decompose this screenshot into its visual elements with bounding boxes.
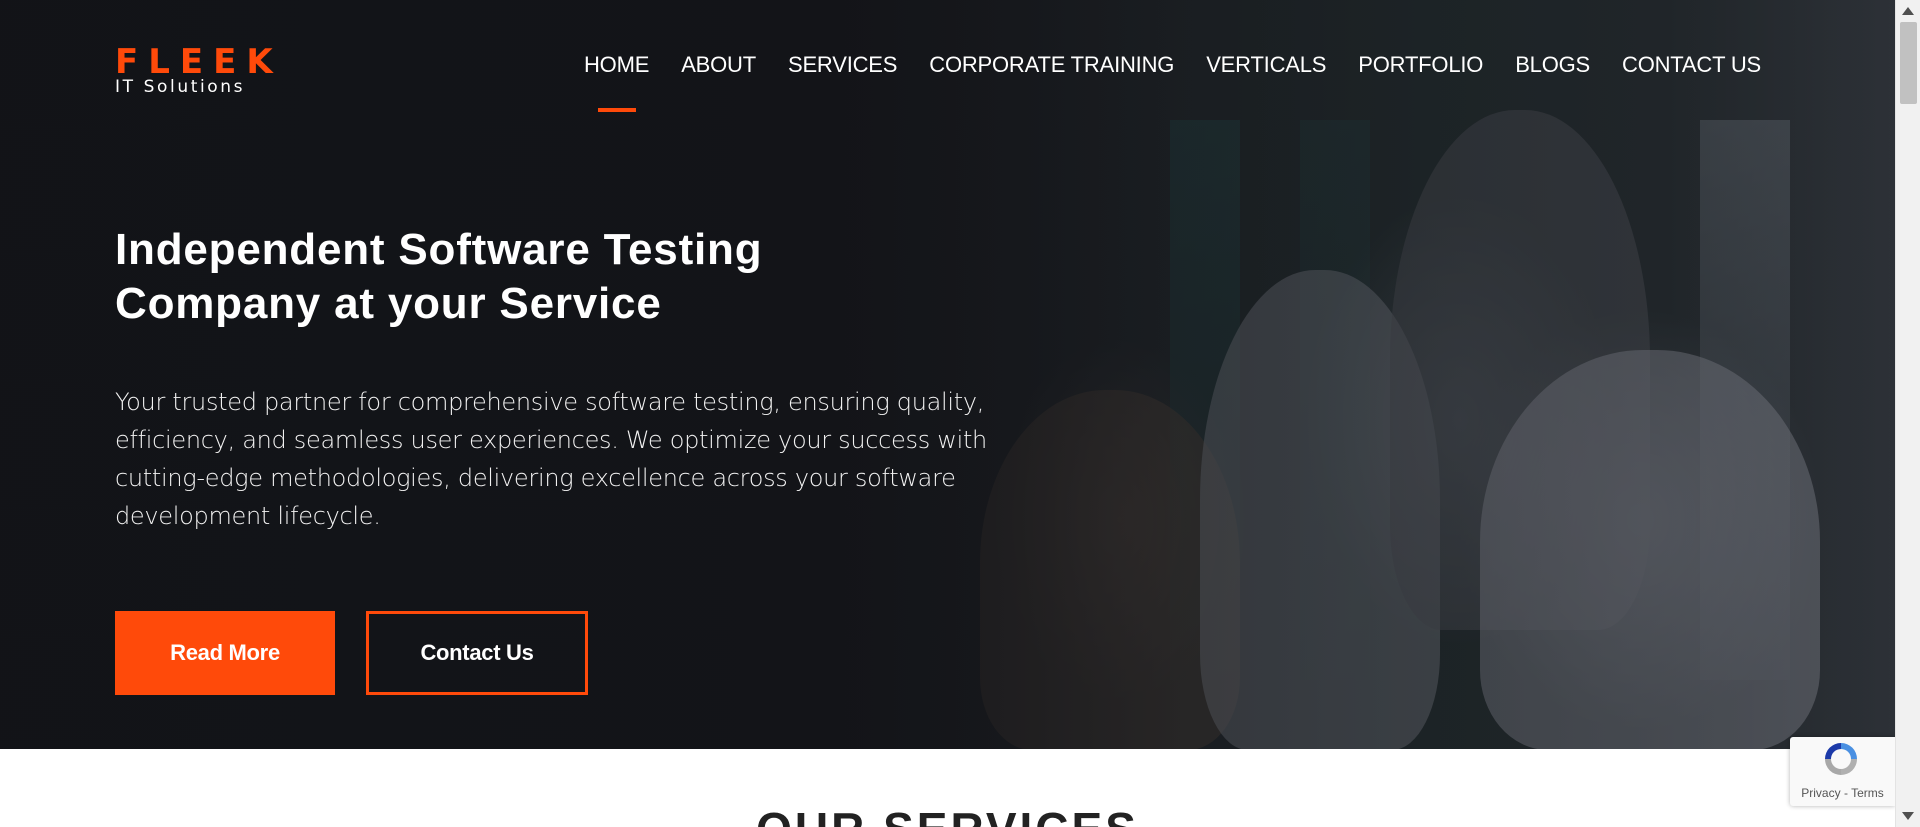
- main-nav: HOME ABOUT SERVICES CORPORATE TRAINING V…: [584, 52, 1761, 78]
- scrollbar-thumb[interactable]: [1900, 22, 1917, 104]
- scroll-down-arrow-icon[interactable]: [1902, 812, 1914, 820]
- vertical-scrollbar[interactable]: [1895, 0, 1920, 827]
- read-more-button[interactable]: Read More: [115, 611, 335, 695]
- services-section-title: OUR SERVICES: [0, 806, 1895, 827]
- scroll-up-arrow-icon[interactable]: [1902, 7, 1914, 15]
- recaptcha-separator: -: [1843, 786, 1848, 800]
- recaptcha-badge[interactable]: Privacy - Terms: [1790, 737, 1895, 806]
- nav-item-verticals[interactable]: VERTICALS: [1206, 52, 1326, 78]
- nav-item-corporate-training[interactable]: CORPORATE TRAINING: [929, 52, 1174, 78]
- logo-wordmark: FLEEK: [115, 42, 283, 82]
- nav-item-about[interactable]: ABOUT: [681, 52, 756, 78]
- nav-item-blogs[interactable]: BLOGS: [1515, 52, 1590, 78]
- logo[interactable]: FLEEK IT Solutions: [115, 45, 283, 96]
- recaptcha-terms-link[interactable]: Terms: [1851, 786, 1884, 800]
- hero-description: Your trusted partner for comprehensive s…: [115, 388, 987, 530]
- contact-us-button[interactable]: Contact Us: [366, 611, 588, 695]
- page: FLEEK IT Solutions HOME ABOUT SERVICES C…: [0, 0, 1920, 827]
- nav-item-contact-us[interactable]: CONTACT US: [1622, 52, 1761, 78]
- hero-section: FLEEK IT Solutions HOME ABOUT SERVICES C…: [0, 0, 1895, 749]
- recaptcha-logo-icon: [1825, 743, 1857, 775]
- nav-item-portfolio[interactable]: PORTFOLIO: [1358, 52, 1483, 78]
- nav-item-home[interactable]: HOME: [584, 52, 649, 78]
- hero-title-line-2: Company at your Service: [115, 279, 662, 328]
- hero-title: Independent Software Testing Company at …: [115, 223, 835, 331]
- recaptcha-privacy-link[interactable]: Privacy: [1801, 786, 1840, 800]
- nav-item-services[interactable]: SERVICES: [788, 52, 897, 78]
- recaptcha-links: Privacy - Terms: [1790, 786, 1895, 800]
- hero-title-line-1: Independent Software Testing: [115, 225, 763, 274]
